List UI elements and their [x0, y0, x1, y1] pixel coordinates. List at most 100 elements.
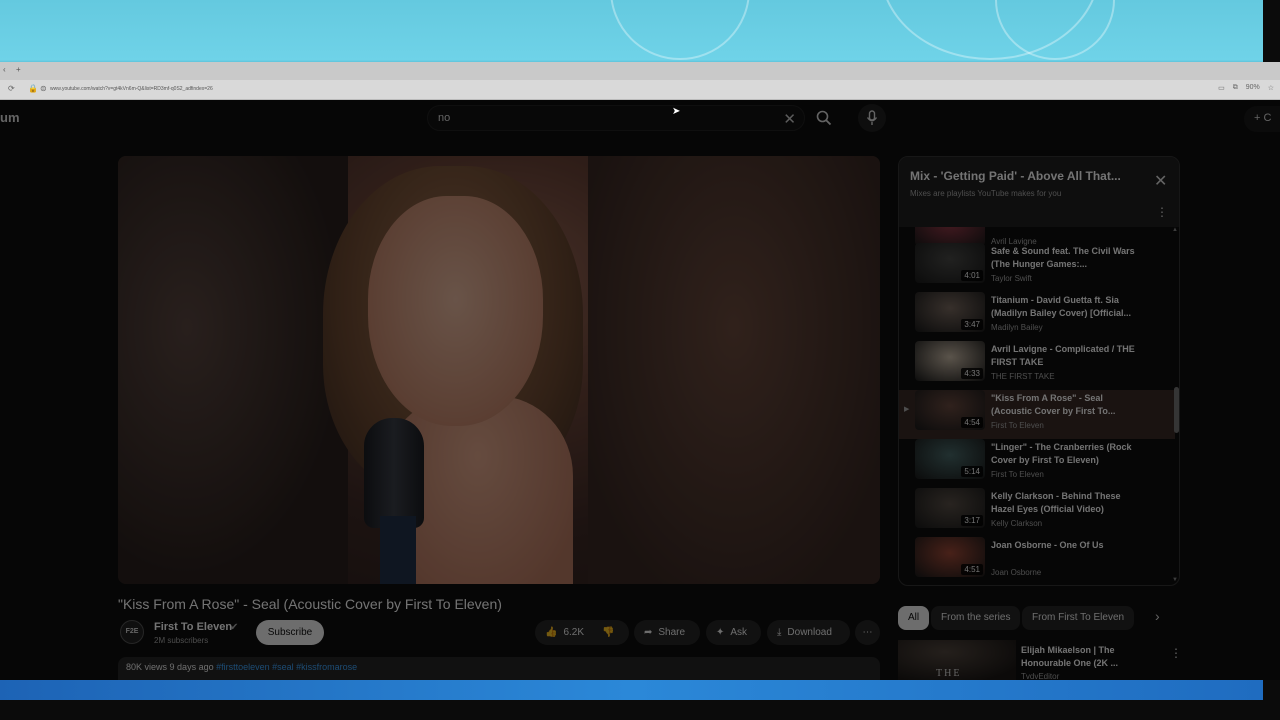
- video-background: [118, 156, 348, 584]
- like-count[interactable]: 6.2K: [563, 627, 584, 638]
- share-label: Share: [658, 627, 686, 638]
- new-tab-icon[interactable]: +: [16, 65, 21, 74]
- playlist-item-title: Titanium - David Guetta ft. Sia (Madilyn…: [991, 295, 1132, 318]
- site-info-icon[interactable]: ⊜: [40, 84, 47, 93]
- search-input[interactable]: no: [438, 112, 450, 124]
- playlist-thumbnail[interactable]: 3:47: [915, 292, 985, 332]
- view-count: 80K views: [126, 662, 168, 672]
- playlist-header: Mix - 'Getting Paid' - Above All That...…: [899, 157, 1179, 227]
- duration-badge: 4:33: [961, 368, 983, 379]
- youtube-page: um no ✕ + C "Kiss From A Rose" - Seal (A…: [0, 100, 1280, 680]
- more-vertical-icon[interactable]: ⋮: [1170, 646, 1182, 660]
- playlist-item[interactable]: ▶ 4:54 "Kiss From A Rose" - Seal (Acoustic…: [899, 390, 1175, 439]
- translate-icon[interactable]: ⧉: [1233, 84, 1238, 92]
- youtube-logo[interactable]: um: [0, 110, 20, 125]
- playlist-subtitle: Mixes are playlists YouTube makes for yo…: [910, 189, 1062, 198]
- channel-avatar[interactable]: F2E: [120, 620, 144, 644]
- playlist-thumbnail[interactable]: 3:17: [915, 488, 985, 528]
- chip-all[interactable]: All: [898, 606, 930, 630]
- playlist-item-title: "Kiss From A Rose" - Seal (Acoustic Cove…: [991, 393, 1116, 416]
- video-frame-mic-stand: [380, 516, 416, 584]
- description-box[interactable]: 80K views 9 days ago #firsttoeleven #sea…: [118, 657, 880, 680]
- playlist-item-artist: Joan Osborne: [991, 568, 1042, 577]
- voice-search-button[interactable]: [858, 104, 886, 132]
- playlist-thumbnail[interactable]: 4:33: [915, 341, 985, 381]
- screen-bottom-edge: [0, 700, 1280, 720]
- video-player[interactable]: [118, 156, 880, 584]
- share-button[interactable]: ➦ Share: [634, 620, 700, 645]
- playlist-thumbnail[interactable]: 4:54: [915, 390, 985, 430]
- recommendation-title[interactable]: Elijah Mikaelson | The Honourable One (2…: [1021, 644, 1161, 670]
- taskbar: [0, 680, 1263, 700]
- url-field[interactable]: www.youtube.com/watch?v=gt4kVn6m-Q&list=…: [50, 86, 213, 92]
- zoom-level[interactable]: 90%: [1246, 84, 1260, 92]
- thumbnail-text: THE HONOURABLE: [936, 668, 1016, 680]
- refresh-icon[interactable]: ⟳: [8, 84, 15, 93]
- search-box[interactable]: no ✕: [427, 105, 805, 131]
- video-background: [588, 156, 880, 584]
- duration-badge: 3:17: [961, 515, 983, 526]
- playlist-item[interactable]: 3:17 Kelly Clarkson - Behind These Hazel …: [899, 488, 1175, 537]
- thumbs-down-icon[interactable]: 👎: [602, 627, 614, 638]
- clear-icon[interactable]: ✕: [783, 110, 796, 128]
- hashtags[interactable]: #firsttoeleven #seal #kissfromarose: [216, 662, 357, 672]
- reader-icon[interactable]: ▭: [1218, 84, 1225, 92]
- download-icon: ⤓: [777, 627, 782, 638]
- create-button[interactable]: + C: [1244, 106, 1280, 132]
- verified-icon: ✔: [230, 622, 239, 633]
- playlist-item-artist: First To Eleven: [991, 421, 1044, 430]
- channel-name[interactable]: First To Eleven: [154, 621, 232, 633]
- chevron-right-icon[interactable]: ›: [1155, 608, 1160, 624]
- playlist-items: Avril Lavigne 4:01 Safe & Sound feat. The …: [899, 227, 1175, 585]
- playlist-scrollbar[interactable]: [1174, 387, 1179, 433]
- back-arrow-icon[interactable]: ‹: [3, 65, 6, 74]
- scroll-down-icon[interactable]: ▼: [1172, 577, 1178, 583]
- playlist-thumbnail[interactable]: 5:14: [915, 439, 985, 479]
- like-dislike-group: 👍 6.2K 👎: [535, 620, 629, 645]
- playlist-item-artist: First To Eleven: [991, 470, 1044, 479]
- share-icon: ➦: [644, 627, 653, 638]
- playlist-thumbnail[interactable]: 4:51: [915, 537, 985, 577]
- thumbs-up-icon[interactable]: 👍: [545, 627, 557, 638]
- browser-window: ‹ + ⟳ 🔒 ⊜ www.youtube.com/watch?v=gt4kVn…: [0, 62, 1280, 680]
- playlist-item-artist: THE FIRST TAKE: [991, 372, 1055, 381]
- duration-badge: 5:14: [961, 466, 983, 477]
- more-actions-button[interactable]: ⋯: [855, 620, 880, 645]
- download-button[interactable]: ⤓ Download: [767, 620, 850, 645]
- playlist-item-title: Safe & Sound feat. The Civil Wars (The H…: [991, 246, 1135, 269]
- playlist-item[interactable]: 5:14 "Linger" - The Cranberries (Rock Cov…: [899, 439, 1175, 488]
- bookmark-icon[interactable]: ☆: [1268, 84, 1274, 92]
- recommendation-channel[interactable]: TvdvEditor: [1021, 672, 1059, 680]
- video-frame-microphone: [364, 418, 424, 528]
- search-button[interactable]: [810, 105, 838, 131]
- microphone-icon: [866, 110, 878, 125]
- playlist-item-artist: Madilyn Bailey: [991, 323, 1043, 332]
- playlist-thumbnail[interactable]: 4:01: [915, 243, 985, 283]
- playlist-item[interactable]: 3:47 Titanium - David Guetta ft. Sia (Mad…: [899, 292, 1175, 341]
- playlist-title[interactable]: Mix - 'Getting Paid' - Above All That...: [910, 169, 1145, 183]
- chip-from-channel[interactable]: From First To Eleven: [1022, 606, 1135, 630]
- playlist-item-artist: Kelly Clarkson: [991, 519, 1043, 528]
- playlist-item[interactable]: 4:51 Joan Osborne - One Of Us Joan Osborne: [899, 537, 1175, 585]
- playlist-item-artist: Taylor Swift: [991, 274, 1032, 283]
- duration-badge: 4:54: [961, 417, 983, 428]
- recommendation-thumbnail[interactable]: THE HONOURABLE: [898, 640, 1016, 680]
- more-vertical-icon[interactable]: ⋮: [1156, 205, 1168, 219]
- now-playing-icon: ▶: [904, 406, 910, 413]
- sparkle-icon: ✦: [716, 627, 725, 638]
- playlist-item[interactable]: 4:33 Avril Lavigne - Complicated / THE FI…: [899, 341, 1175, 390]
- ask-button[interactable]: ✦ Ask: [706, 620, 761, 645]
- playlist-item[interactable]: 4:01 Safe & Sound feat. The Civil Wars (T…: [899, 243, 1175, 292]
- scroll-up-icon[interactable]: ▲: [1172, 227, 1178, 233]
- ask-label: Ask: [730, 627, 748, 638]
- playlist-item-title: Joan Osborne - One Of Us: [991, 540, 1104, 550]
- download-label: Download: [787, 627, 832, 638]
- playlist-item-title: Kelly Clarkson - Behind These Hazel Eyes…: [991, 491, 1121, 514]
- video-title: "Kiss From A Rose" - Seal (Acoustic Cove…: [118, 596, 502, 612]
- subscribe-button[interactable]: Subscribe: [256, 620, 324, 645]
- address-bar: ⟳ 🔒 ⊜ www.youtube.com/watch?v=gt4kVn6m-Q…: [0, 80, 1280, 100]
- duration-badge: 4:01: [961, 270, 983, 281]
- chip-from-series[interactable]: From the series: [931, 606, 1021, 630]
- close-icon[interactable]: ✕: [1154, 171, 1167, 191]
- subscriber-count: 2M subscribers: [154, 636, 209, 645]
